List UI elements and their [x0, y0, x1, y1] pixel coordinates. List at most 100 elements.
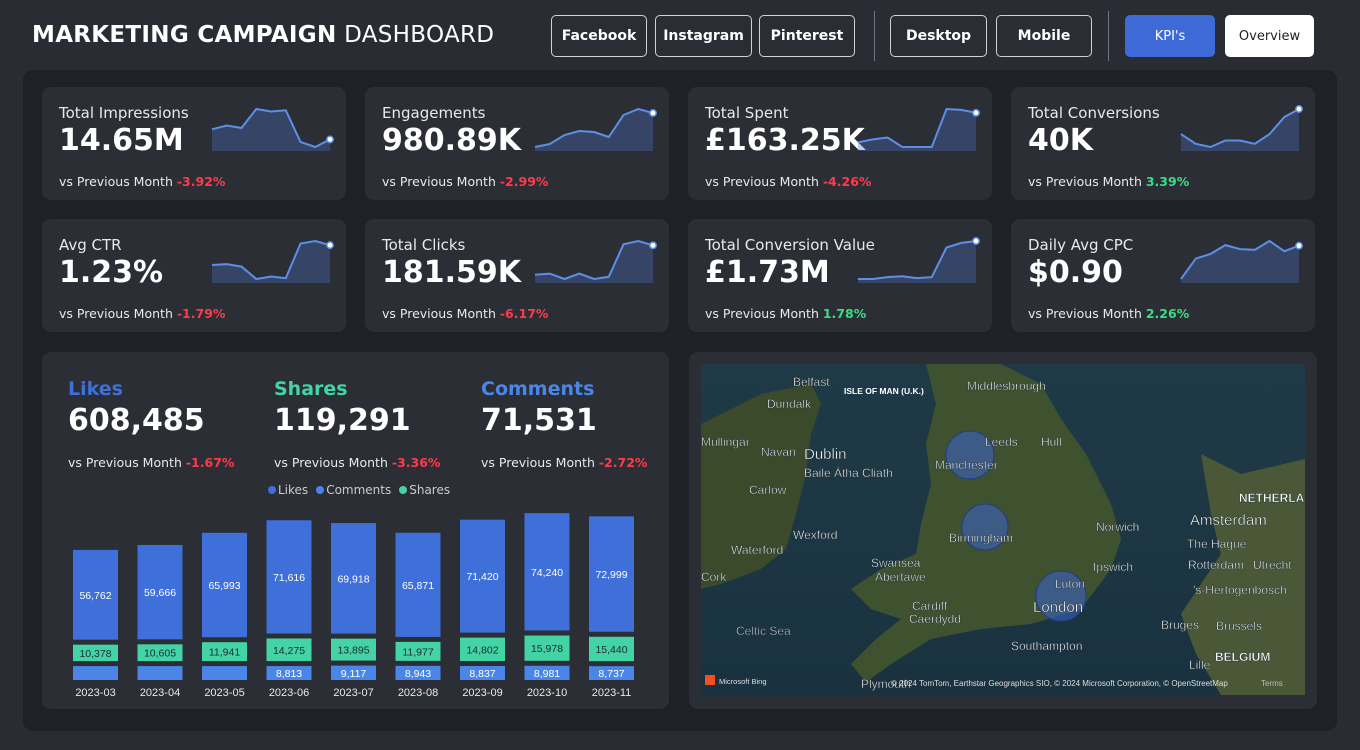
kpi-value: £1.73M [705, 255, 830, 290]
kpi-label: Total Impressions [59, 104, 189, 122]
bar-label-shares: 13,895 [337, 645, 369, 657]
engagement-panel: Likes 608,485 vs Previous Month -1.67% S… [42, 352, 669, 709]
kpi-compare: vs Previous Month 1.78% [705, 306, 866, 321]
map-city-label: Cardiff [912, 599, 948, 613]
sparkline-endpoint [326, 135, 334, 144]
kpi-label: Total Clicks [382, 236, 466, 254]
bar-comments[interactable] [137, 666, 183, 680]
compare-label: vs Previous Month [1028, 306, 1142, 321]
compare-label: vs Previous Month [59, 174, 173, 189]
sparkline-area [1181, 241, 1299, 283]
legend-shares[interactable]: Shares [399, 483, 450, 497]
delta-value: -2.99% [499, 174, 549, 189]
map-region-label: ISLE OF MAN (U.K.) [844, 386, 924, 396]
bar-label-likes: 71,616 [273, 572, 305, 584]
uk-map[interactable]: Belfast Dundalk Middlesbrough Leeds Hull Manc… [701, 364, 1305, 695]
legend-dot [316, 486, 325, 494]
kpi-label: Total Conversions [1028, 104, 1160, 122]
facebook-button[interactable]: Facebook [551, 15, 647, 57]
map-city-label: Navan [761, 445, 796, 459]
shares-compare: vs Previous Month -3.36% [274, 455, 440, 470]
legend-comments[interactable]: Comments [316, 483, 391, 497]
bar-comments[interactable] [202, 666, 247, 680]
kpi-compare: vs Previous Month -6.17% [382, 306, 548, 321]
comments-compare: vs Previous Month -2.72% [481, 455, 647, 470]
map-city-label: Brussels [1216, 619, 1262, 633]
bar-label-likes: 74,240 [531, 567, 563, 579]
delta-value: -1.67% [185, 455, 235, 470]
bar-comments[interactable] [73, 666, 118, 680]
map-city-label: Middlesbrough [967, 379, 1046, 393]
kpi-value: 14.65M [59, 123, 184, 158]
delta-value: 1.78% [822, 306, 867, 321]
bar-label-likes: 72,999 [595, 569, 627, 581]
overview-button[interactable]: Overview [1225, 15, 1314, 57]
bar-label-shares: 14,802 [466, 644, 498, 656]
divider [874, 11, 875, 61]
sparkline-endpoint [326, 241, 334, 250]
map-city-label: London [1033, 599, 1083, 616]
bar-label-comments: 8,813 [276, 668, 302, 680]
likes-heading: Likes [68, 378, 123, 400]
sparkline-chart [857, 107, 980, 151]
kpi-label: Engagements [382, 104, 486, 122]
kpi-card-total-clicks[interactable]: Total Clicks 181.59K vs Previous Month -… [365, 219, 669, 332]
kpi-card-total-conversions[interactable]: Total Conversions 40K vs Previous Month … [1011, 87, 1315, 200]
x-tick-label: 2023-06 [269, 687, 309, 699]
map-city-label: BELGIUM [1215, 650, 1270, 664]
likes-metric: Likes 608,485 vs Previous Month -1.67% [68, 378, 234, 470]
delta-value: 2.26% [1145, 306, 1190, 321]
map-city-label: Wexford [793, 528, 837, 542]
likes-compare: vs Previous Month -1.67% [68, 455, 234, 470]
map-city-label: Celtic Sea [736, 624, 791, 638]
kpi-card-engagements[interactable]: Engagements 980.89K vs Previous Month -2… [365, 87, 669, 200]
delta-value: -2.72% [598, 455, 648, 470]
instagram-button[interactable]: Instagram [655, 15, 752, 57]
sparkline-endpoint [972, 108, 980, 117]
compare-label: vs Previous Month [274, 455, 388, 470]
map-city-label: Bruges [1161, 618, 1199, 632]
bar-label-shares: 11,977 [402, 646, 433, 658]
legend-likes[interactable]: Likes [268, 483, 308, 497]
delta-value: -1.79% [176, 306, 226, 321]
sparkline-chart [534, 107, 657, 151]
kpi-label: Total Spent [705, 104, 789, 122]
kpi-card-total-spent[interactable]: Total Spent £163.25K vs Previous Month -… [688, 87, 992, 200]
kpi-card-avg-ctr[interactable]: Avg CTR 1.23% vs Previous Month -1.79% [42, 219, 346, 332]
kpis-button[interactable]: KPI's [1125, 15, 1215, 57]
sparkline-area [535, 109, 653, 151]
mobile-button[interactable]: Mobile [996, 15, 1092, 57]
map-city-label: Birmingham [949, 531, 1013, 545]
bar-label-comments: 8,943 [405, 668, 431, 680]
desktop-button[interactable]: Desktop [890, 15, 987, 57]
map-city-label: NETHERLANDS [1239, 491, 1305, 505]
pinterest-button[interactable]: Pinterest [759, 15, 855, 57]
kpi-card-total-conversion-value[interactable]: Total Conversion Value £1.73M vs Previou… [688, 219, 992, 332]
bar-label-likes: 56,762 [79, 590, 111, 602]
map-city-label: The Hague [1187, 537, 1247, 551]
kpi-card-total-impressions[interactable]: Total Impressions 14.65M vs Previous Mon… [42, 87, 346, 200]
kpi-value: $0.90 [1028, 255, 1123, 290]
map-city-label: Luton [1055, 577, 1085, 591]
compare-label: vs Previous Month [481, 455, 595, 470]
kpi-value: 40K [1028, 123, 1093, 158]
map-city-label: Norwich [1096, 520, 1139, 534]
map-city-label: Dundalk [767, 397, 812, 411]
sparkline-endpoint [1295, 241, 1303, 250]
kpi-card-daily-avg-cpc[interactable]: Daily Avg CPC $0.90 vs Previous Month 2.… [1011, 219, 1315, 332]
bar-label-shares: 15,978 [531, 643, 563, 655]
compare-label: vs Previous Month [705, 174, 819, 189]
legend-dot [399, 486, 408, 494]
map-city-label: Ipswich [1093, 560, 1133, 574]
delta-value: 3.39% [1145, 174, 1190, 189]
divider [1108, 11, 1109, 61]
bar-label-comments: 8,981 [534, 668, 560, 680]
map-terms[interactable]: Terms [1261, 679, 1283, 688]
map-city-label: Utrecht [1253, 558, 1292, 572]
sparkline-chart [1180, 239, 1303, 283]
map-city-label: 's-Hertogenbosch [1193, 583, 1287, 597]
map-city-label: Hull [1041, 435, 1062, 449]
map-city-label: Manchester [935, 458, 998, 472]
map-city-label: Amsterdam [1190, 512, 1267, 529]
delta-value: -3.92% [176, 174, 226, 189]
